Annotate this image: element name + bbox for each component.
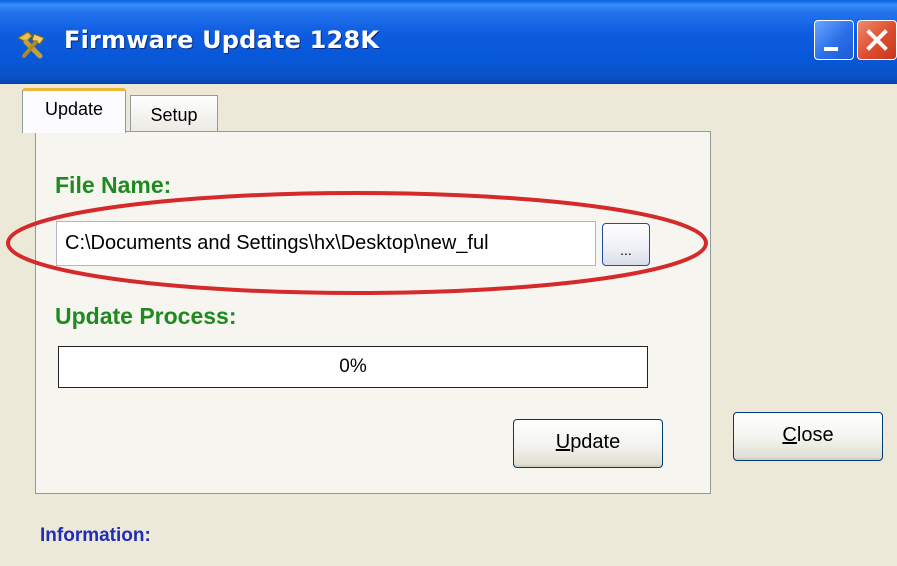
information-label: Information: [40,525,151,546]
close-button[interactable]: Close [733,412,883,461]
minimize-icon [824,47,838,51]
update-progress-bar: 0% [58,346,648,388]
close-button-label: lose [796,424,834,446]
file-name-label: File Name: [55,172,172,198]
browse-button[interactable]: ... [602,223,650,266]
tab-setup-label: Setup [150,105,198,125]
tab-update-label: Update [44,99,104,119]
update-process-label: Update Process: [55,303,237,329]
browse-button-label: ... [620,242,632,258]
tab-update[interactable]: Update [22,88,126,133]
progress-percent: 0% [339,356,367,377]
window-title: Firmware Update 128K [64,26,380,54]
gear-tool-icon [14,28,50,60]
title-bar: Firmware Update 128K [0,0,897,84]
tab-setup[interactable]: Setup [130,95,218,132]
file-path-input[interactable] [56,221,596,266]
update-button-label: pdate [570,431,621,453]
minimize-button[interactable] [814,20,854,60]
close-icon [866,29,888,51]
update-button-mnemonic: U [555,431,571,453]
close-button-mnemonic: C [782,424,797,446]
close-window-button[interactable] [857,20,897,60]
update-button[interactable]: Update [513,419,663,468]
